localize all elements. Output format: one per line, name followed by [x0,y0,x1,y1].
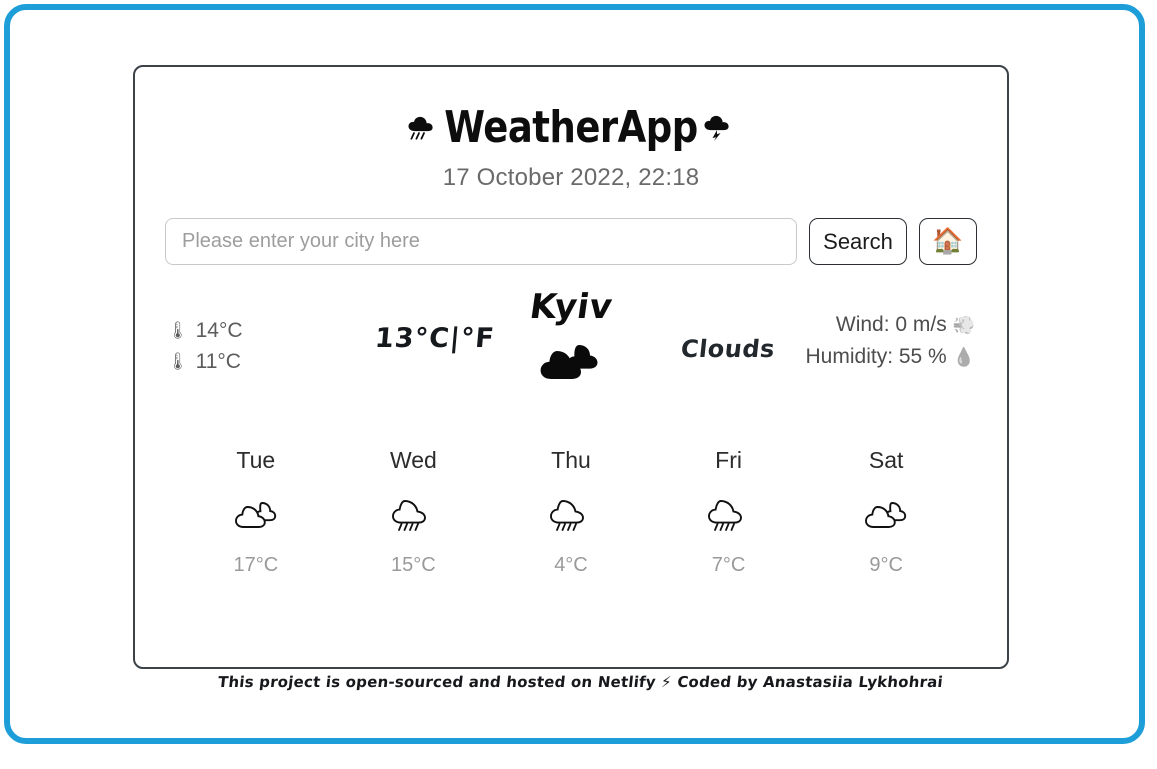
few-clouds-icon [807,492,965,534]
house-icon: 🏠 [932,227,964,255]
forecast-day-name: Thu [551,447,591,473]
humidity-row: Humidity: 55 % 💧 [806,341,975,373]
min-temp-value: 11°C [195,350,241,373]
rain-icon [492,492,650,534]
current-weather: 🌡 14°C 🌡 11°C 13°C|°F Kyiv Clouds Wind: … [163,287,979,413]
rain-cloud-icon [406,114,440,140]
forecast-temp: 9°C [869,554,903,576]
few-clouds-icon [177,492,335,534]
search-input[interactable] [165,218,797,265]
app-title-text: WeatherApp [444,102,698,153]
forecast-temp: 4°C [554,554,588,576]
netlify-link[interactable]: Netlify [597,673,657,691]
app-frame: WeatherApp 17 October 2022, 22:18 Search… [4,4,1145,744]
forecast-temp: 15°C [391,554,436,576]
footer-text-before: This project is open-sourced and hosted … [217,673,594,691]
footer-text-after: Coded by Anastasiia Lykhohrai [676,673,944,691]
page-title: WeatherApp [135,106,1007,150]
wind-value: Wind: 0 m/s [835,313,947,336]
storm-cloud-icon [702,114,736,141]
celsius-toggle[interactable]: C [428,323,452,354]
forecast-day: Sat 9°C [807,447,965,577]
forecast-row: Tue 17°C Wed 15°C Thu 4°C Fri 7°C Sat 9°… [177,447,965,577]
forecast-day: Tue 17°C [177,447,335,577]
thermometer-icon: 🌡 [167,352,189,371]
wind-icon: 💨 [952,315,975,335]
forecast-day-name: Tue [236,447,276,473]
forecast-day-name: Fri [715,447,742,473]
forecast-temp: 7°C [711,554,746,576]
min-temp-row: 🌡 11°C [167,346,243,377]
thermometer-icon: 🌡 [167,321,189,340]
footer: This project is open-sourced and hosted … [9,673,1152,691]
app-header: WeatherApp 17 October 2022, 22:18 [135,67,1007,192]
min-max-temps: 🌡 14°C 🌡 11°C [167,315,243,377]
forecast-day: Wed 15°C [335,447,493,577]
droplet-icon: 💧 [952,347,975,367]
rain-icon [650,492,808,534]
bolt-icon: ⚡ [661,673,672,691]
forecast-day: Fri 7°C [650,447,808,577]
current-date: 17 October 2022, 22:18 [442,164,700,191]
home-button[interactable]: 🏠 [919,218,977,265]
wind-row: Wind: 0 m/s 💨 [806,309,975,341]
max-temp-value: 14°C [195,319,243,342]
city-block: Kyiv [471,287,671,381]
forecast-day-name: Wed [389,447,437,473]
forecast-day: Thu 4°C [492,447,650,577]
city-name: Kyiv [527,287,615,327]
search-button[interactable]: Search [809,218,907,265]
max-temp-row: 🌡 14°C [167,315,243,346]
forecast-temp: 17°C [233,554,279,576]
wind-humidity-block: Wind: 0 m/s 💨 Humidity: 55 % 💧 [806,309,975,373]
weather-card: WeatherApp 17 October 2022, 22:18 Search… [133,65,1009,669]
humidity-value: Humidity: 55 % [805,345,947,368]
broken-clouds-icon [471,337,671,381]
rain-icon [335,492,493,534]
forecast-day-name: Sat [868,447,904,473]
current-temperature: 13 [373,323,416,354]
weather-condition: Clouds [679,335,777,363]
search-row: Search 🏠 [165,218,977,265]
